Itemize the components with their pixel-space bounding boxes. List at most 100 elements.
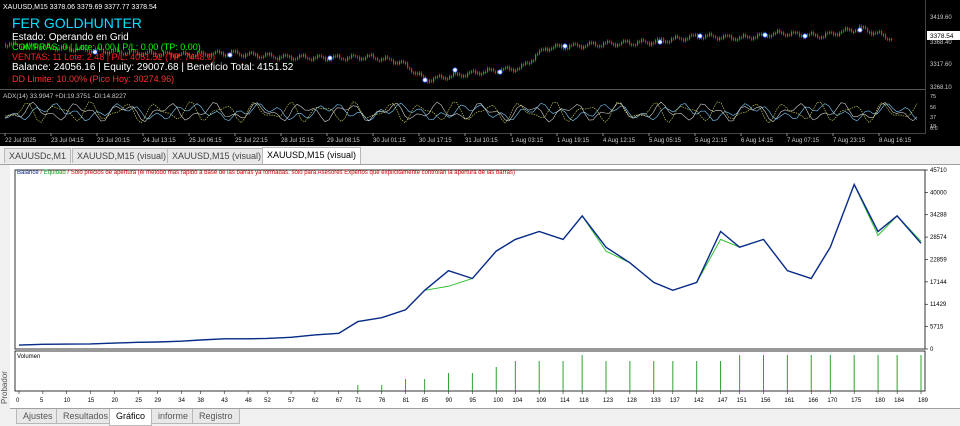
tester-graph[interactable]: 0 5715 11429 17144 22859 28574 34288 40000 45710… [10,165,960,408]
candle-body [451,76,453,78]
y-tick-label: 40000 [930,190,947,196]
indicator-tick: 56 [930,105,936,111]
price-chart[interactable]: 3419.60 3368.40 3317.60 3268.10 3378.54 75 56 3… [0,0,960,146]
candle-body [433,78,435,82]
volume-bar [810,355,812,391]
candle-body [809,34,811,36]
tab-chart-2[interactable]: XAUUSD,M15 (visual) [72,148,172,163]
candle-body [841,31,843,33]
candle-body [395,62,397,64]
candle-body [613,43,615,45]
candle-body [551,48,553,50]
candle-body [691,34,693,36]
candle-body [273,56,275,58]
candle-body [585,46,587,48]
candle-body [493,69,495,72]
candle-body [637,41,639,45]
candle-body [755,37,757,39]
candle-body [743,34,745,38]
volume-plot-area [14,350,926,392]
candle-body [829,32,831,34]
candle-body [305,54,307,58]
candle-body [557,44,559,47]
candle-body [507,66,509,69]
candle-body [485,71,487,73]
candle-body [399,61,401,64]
candle-body [283,54,285,58]
candle-body [417,72,419,75]
volume-bar [720,361,722,391]
candle-body [573,43,575,46]
volume-bar [672,361,674,391]
x-tick-label: 128 [627,398,638,404]
x-tick-label: 175 [851,398,862,404]
candle-body [281,56,283,58]
candle-body [255,54,257,56]
candle-body [703,37,705,40]
candle-body [479,72,481,75]
candle-body [813,31,815,36]
x-tick-label: 81 [403,398,410,404]
candle-body [817,34,819,38]
trade-marker [562,43,568,49]
candle-body [377,58,379,61]
candle-body [547,48,549,52]
candle-body [831,32,833,34]
x-tick-label: 62 [312,398,319,404]
candle-body [675,35,677,39]
candle-body [745,34,747,37]
tab-chart-3[interactable]: XAUUSD,M15 (visual) [167,148,267,163]
price-chart-canvas: 3419.60 3368.40 3317.60 3268.10 3378.54 75 56 3… [0,0,960,144]
volume-bar [786,355,788,391]
candle-body [797,32,799,34]
candle-body [457,73,459,75]
candle-body [681,38,683,40]
candle-body [357,56,359,58]
candle-body [847,27,849,31]
indicator-tick: 37 [930,115,936,121]
x-tick-label: 133 [651,398,662,404]
candle-body [299,55,301,58]
tab-registro[interactable]: Registro [192,409,240,424]
tab-resultados[interactable]: Resultados [56,409,116,424]
candle-body [799,32,801,37]
candle-body [7,46,9,48]
candle-body [295,58,297,60]
candle-body [437,76,439,78]
x-tick-label: 180 [875,398,886,404]
candle-body [393,60,395,64]
balance-plot-area [14,169,926,350]
price-tick: 3317.60 [930,62,952,68]
candle-body [891,38,893,41]
candle-body [223,52,225,56]
candle-body [381,58,383,62]
candle-body [519,68,521,70]
candle-body [243,55,245,58]
candle-body [741,37,743,39]
candle-body [617,44,619,47]
tab-grafico[interactable]: Gráfico [109,409,153,426]
volume-bar [696,361,698,391]
tab-chart-4[interactable]: XAUUSD,M15 (visual) [262,147,362,164]
candle-body [735,38,737,41]
candle-body [413,72,415,74]
candle-body [717,37,719,40]
candle-body [749,36,751,39]
time-tick: 24 Jul 13:15 [143,138,176,144]
candle-body [5,44,7,47]
x-tick-label: 118 [579,398,589,404]
candle-body [455,72,457,75]
candle-body [285,54,287,56]
candle-body [459,73,461,75]
volume-bar [853,355,855,391]
candle-body [449,76,451,79]
tab-chart-1[interactable]: XAUUSDc,M1 [4,148,72,163]
x-tick-label: 90 [446,398,453,404]
y-tick-label: 17144 [930,280,947,286]
x-tick-label: 85 [422,398,429,404]
tab-ajustes[interactable]: Ajustes [16,409,60,424]
candle-body [317,55,319,59]
volume-bar [829,355,831,391]
candle-body [773,33,775,36]
tab-informe[interactable]: informe [151,409,196,424]
